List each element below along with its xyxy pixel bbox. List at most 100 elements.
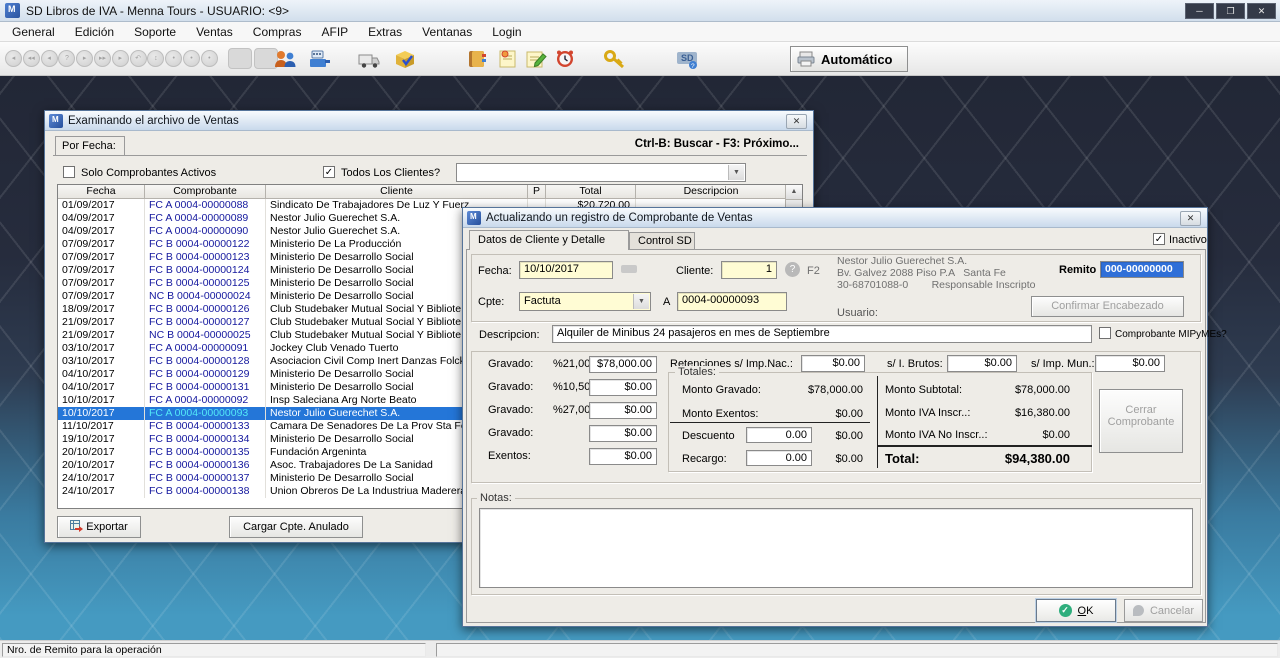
nav-button-1[interactable]: ◂ [5,50,22,67]
sd-help-icon[interactable]: SD? [674,47,700,71]
nav-button-11[interactable]: • [183,50,200,67]
menu-item-extras[interactable]: Extras [358,23,412,41]
gravado-row-input[interactable]: $0.00 [589,379,657,396]
chevron-down-icon[interactable]: ▼ [728,165,744,180]
total-label: Total: [885,451,919,466]
nav-button-7[interactable]: ▸ [112,50,129,67]
tab-por-fecha[interactable]: Por Fecha: [55,136,125,156]
cell-comprobante: FC B 0004-00000136 [145,459,266,472]
automatico-button[interactable]: Automático [790,46,908,72]
menu-item-login[interactable]: Login [482,23,531,41]
printer-icon [797,51,815,67]
clients-icon[interactable] [272,47,298,71]
confirmar-encabezado-button[interactable]: Confirmar Encabezado [1031,296,1184,317]
cancelar-button[interactable]: Cancelar [1124,599,1203,622]
municipal-input[interactable]: $0.00 [1095,355,1165,372]
tab-control-sd[interactable]: Control SD [629,232,695,250]
ok-button[interactable]: ✓ OK [1036,599,1116,622]
cliente-filter-combobox[interactable]: ▼ [456,163,746,182]
column-header-cliente[interactable]: Cliente [266,185,528,199]
menu-item-edición[interactable]: Edición [65,23,124,41]
descripcion-input[interactable]: Alquiler de Minibus 24 pasajeros en mes … [552,325,1092,343]
nav-button-4[interactable]: ? [58,50,75,67]
nav-button-9[interactable]: ↕ [147,50,164,67]
cell-fecha: 07/09/2017 [58,277,145,290]
nav-button-8[interactable]: ↶ [130,50,147,67]
cell-comprobante: FC B 0004-00000135 [145,446,266,459]
close-button[interactable]: ✕ [1247,3,1276,19]
cerrar-comprobante-button[interactable]: Cerrar Comprobante [1099,389,1183,453]
nav-button-6[interactable]: ▸▸ [94,50,111,67]
note-pencil-icon[interactable] [523,47,549,71]
numero-input[interactable]: 0004-00000093 [677,292,787,311]
alarm-clock-icon[interactable] [552,47,578,71]
checkbox-mipymes[interactable] [1099,327,1111,339]
cell-comprobante: FC A 0004-00000092 [145,394,266,407]
monto-gravado-label: Monto Gravado: [682,384,761,396]
remito-input[interactable]: 000-00000000 [1100,261,1184,278]
checkbox-inactivo[interactable]: ✓ [1153,233,1165,245]
column-header-fecha[interactable]: Fecha [58,185,145,199]
scroll-up-icon[interactable]: ▲ [786,185,802,200]
nav-button-5[interactable]: ▸ [76,50,93,67]
subtotal-label: Monto Subtotal: [885,384,962,396]
descuento-input[interactable]: 0.00 [746,427,812,443]
cliente-input[interactable]: 1 [721,261,777,279]
cell-comprobante: FC B 0004-00000138 [145,485,266,498]
minimize-button[interactable]: ─ [1185,3,1214,19]
ok-check-icon: ✓ [1059,604,1072,617]
notas-textarea[interactable] [479,508,1193,588]
gravado-row-input[interactable]: $0.00 [589,402,657,419]
nav-button-12[interactable]: • [201,50,218,67]
calendar-icon[interactable] [621,265,637,273]
chevron-down-icon[interactable]: ▼ [633,294,649,309]
cell-comprobante: FC B 0004-00000123 [145,251,266,264]
tab-datos-cliente[interactable]: Datos de Cliente y Detalle [469,230,629,250]
cell-fecha: 11/10/2017 [58,420,145,433]
retenciones-input[interactable]: $0.00 [801,355,865,372]
maximize-button[interactable]: ❐ [1216,3,1245,19]
cell-fecha: 01/09/2017 [58,199,145,212]
exportar-button[interactable]: Exportar [57,516,141,538]
column-header-descripcion[interactable]: Descripcion [636,185,787,199]
gravado-row-input[interactable]: $0.00 [589,425,657,442]
nav-button-10[interactable]: • [165,50,182,67]
brutos-input[interactable]: $0.00 [947,355,1017,372]
column-header-comprobante[interactable]: Comprobante [145,185,266,199]
registro-close-icon[interactable]: ✕ [1180,211,1201,226]
recargo-input[interactable]: 0.00 [746,450,812,466]
checkbox-todos-clientes[interactable]: ✓ [323,166,335,178]
registro-dialog: Actualizando un registro de Comprobante … [462,207,1208,627]
truck-icon[interactable] [356,47,382,71]
dialog-icon [467,211,481,225]
address-book-icon[interactable] [464,47,490,71]
ventas-close-icon[interactable]: ✕ [786,114,807,129]
menu-item-ventanas[interactable]: Ventanas [412,23,482,41]
fecha-input[interactable]: 10/10/2017 [519,261,613,279]
nav-button-2[interactable]: ◂◂ [23,50,40,67]
cell-comprobante: FC B 0004-00000122 [145,238,266,251]
cell-comprobante: FC B 0004-00000137 [145,472,266,485]
cash-register-icon[interactable] [306,47,332,71]
menu-item-ventas[interactable]: Ventas [186,23,243,41]
iva-inscr-label: Monto IVA Inscr..: [885,407,970,419]
box-check-icon[interactable] [392,47,418,71]
ventas-dialog-titlebar[interactable]: Examinando el archivo de Ventas [45,111,813,131]
registro-dialog-titlebar[interactable]: Actualizando un registro de Comprobante … [463,208,1207,228]
menu-item-general[interactable]: General [2,23,65,41]
cpte-select[interactable]: Factuta ▼ [519,292,651,311]
cliente-help-icon[interactable]: ? [785,262,800,277]
column-header-p[interactable]: P [528,185,546,199]
gravado-row-input[interactable]: $78,000.00 [589,356,657,373]
menu-item-afip[interactable]: AFIP [311,23,358,41]
column-header-total[interactable]: Total [546,185,636,199]
nav-button-3[interactable]: ◂ [41,50,58,67]
menu-item-compras[interactable]: Compras [243,23,312,41]
checkbox-solo-activos[interactable] [63,166,75,178]
toolbar-blank-button-1[interactable] [228,48,252,69]
gravado-row-input[interactable]: $0.00 [589,448,657,465]
menu-item-soporte[interactable]: Soporte [124,23,186,41]
cargar-cpte-anulado-button[interactable]: Cargar Cpte. Anulado [229,516,363,538]
key-icon[interactable] [602,47,628,71]
note-seal-icon[interactable] [495,47,521,71]
